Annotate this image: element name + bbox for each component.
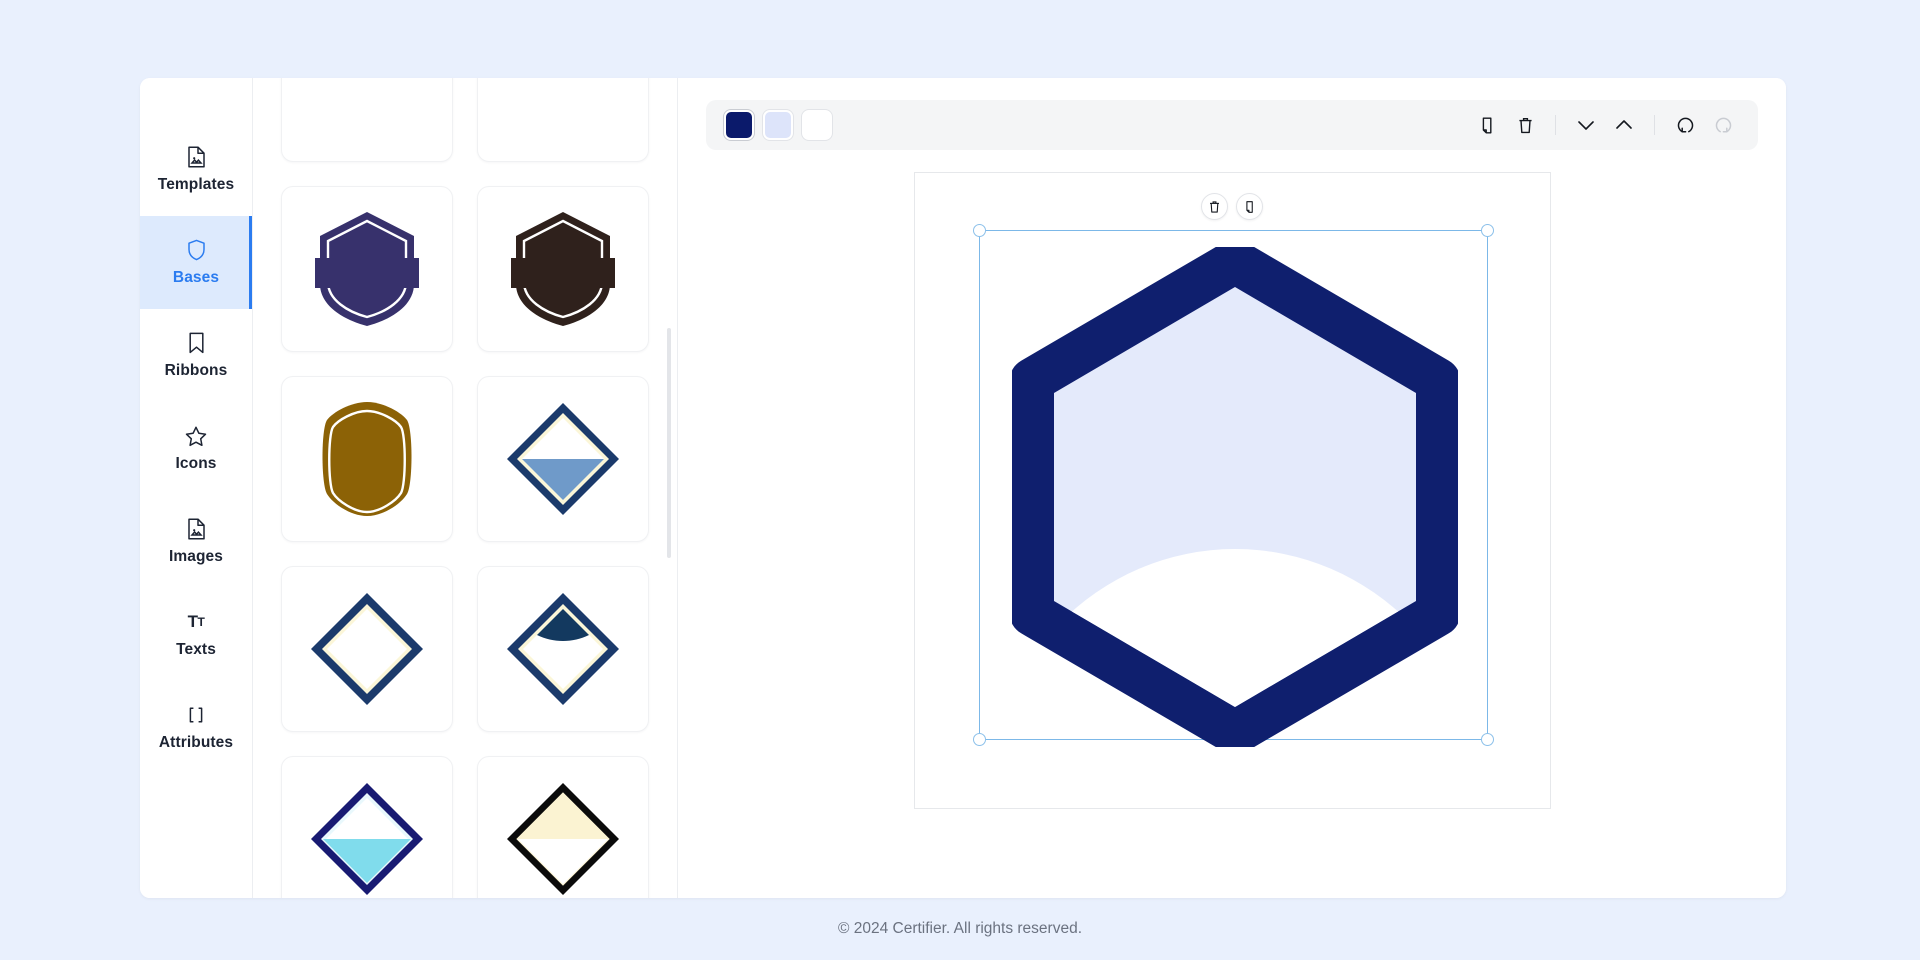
sidebar-item-icons[interactable]: Icons — [140, 402, 252, 495]
sidebar-item-texts[interactable]: TT Texts — [140, 588, 252, 681]
editor-area — [678, 78, 1786, 898]
selection-bounding-box[interactable] — [972, 224, 1494, 747]
thumbnail-scroll-area[interactable] — [253, 78, 677, 898]
base-thumbnail[interactable] — [281, 78, 453, 162]
resize-handle-top-right[interactable] — [1480, 224, 1494, 237]
diamond-badge-cream-icon — [507, 783, 619, 895]
base-thumbnail[interactable] — [281, 566, 453, 732]
move-up-button[interactable] — [1607, 108, 1641, 142]
hexagon-badge-gold-icon — [322, 402, 412, 516]
object-duplicate-button[interactable] — [1236, 193, 1263, 220]
base-thumbnail[interactable] — [477, 566, 649, 732]
bases-thumbnail-panel — [253, 78, 678, 898]
page-root: Templates Bases Ribbons Icons Images T T… — [0, 0, 1920, 960]
base-thumbnail[interactable] — [477, 756, 649, 898]
trash-icon — [1518, 117, 1532, 133]
diamond-badge-half-cyan-icon — [311, 783, 423, 895]
undo-icon — [1677, 117, 1693, 133]
diamond-badge-outline-icon — [311, 593, 423, 705]
toolbar-divider — [1555, 115, 1556, 135]
text-type-icon: TT — [187, 612, 205, 632]
sidebar-item-ribbons[interactable]: Ribbons — [140, 309, 252, 402]
trash-icon — [1210, 200, 1219, 213]
sidebar-item-label: Texts — [176, 641, 216, 659]
delete-button[interactable] — [1508, 108, 1542, 142]
editor-toolbar — [706, 100, 1758, 150]
object-action-bar — [1201, 193, 1263, 220]
bookmark-icon — [188, 332, 205, 354]
sidebar-item-images[interactable]: Images — [140, 495, 252, 588]
sidebar-item-templates[interactable]: Templates — [140, 123, 252, 216]
shield-icon — [187, 239, 206, 261]
base-thumbnail[interactable] — [477, 78, 649, 162]
resize-handle-top-left[interactable] — [972, 224, 986, 237]
redo-icon — [1715, 117, 1731, 133]
color-swatch-lavender[interactable] — [763, 110, 793, 140]
star-icon — [185, 425, 207, 447]
thumbnail-grid — [281, 78, 649, 898]
thumbnail-scrollbar-track[interactable] — [667, 178, 674, 888]
base-thumbnail[interactable] — [281, 756, 453, 898]
hexagon-banner-badge-brown-icon — [511, 212, 615, 326]
base-thumbnail[interactable] — [281, 186, 453, 352]
resize-handle-bottom-left[interactable] — [972, 733, 986, 746]
sidebar-item-label: Images — [168, 548, 224, 566]
image-file-icon — [187, 518, 206, 540]
app-card: Templates Bases Ribbons Icons Images T T… — [140, 78, 1786, 898]
toolbar-actions — [1470, 108, 1740, 142]
resize-handle-bottom-right[interactable] — [1480, 733, 1494, 746]
base-thumbnail[interactable] — [477, 186, 649, 352]
toolbar-divider — [1654, 115, 1655, 135]
undo-button[interactable] — [1668, 108, 1702, 142]
sidebar-item-label: Attributes — [158, 734, 234, 752]
object-delete-button[interactable] — [1201, 193, 1228, 220]
design-canvas[interactable] — [913, 172, 1551, 809]
copyright-text: © 2024 Certifier. All rights reserved. — [837, 920, 1083, 937]
footer: © 2024 Certifier. All rights reserved. — [0, 898, 1920, 960]
color-swatch-group — [724, 110, 832, 140]
redo-button[interactable] — [1706, 108, 1740, 142]
color-swatch-white[interactable] — [802, 110, 832, 140]
sidebar-item-label: Bases — [172, 269, 220, 287]
sidebar: Templates Bases Ribbons Icons Images T T… — [140, 78, 253, 898]
sidebar-item-attributes[interactable]: Attributes — [140, 681, 252, 774]
move-down-button[interactable] — [1569, 108, 1603, 142]
base-thumbnail[interactable] — [477, 376, 649, 542]
sidebar-item-label: Ribbons — [164, 362, 228, 380]
canvas-wrapper — [678, 172, 1786, 898]
chevron-down-icon — [1578, 121, 1594, 130]
thumbnail-scrollbar-thumb[interactable] — [667, 328, 671, 558]
chevron-up-icon — [1616, 120, 1632, 129]
image-file-icon — [187, 146, 206, 168]
sidebar-item-bases[interactable]: Bases — [140, 216, 252, 309]
brackets-icon — [186, 704, 206, 726]
copy-icon — [1482, 117, 1492, 133]
sidebar-item-label: Templates — [157, 176, 235, 194]
duplicate-button[interactable] — [1470, 108, 1504, 142]
base-thumbnail[interactable] — [281, 376, 453, 542]
diamond-badge-half-blue-icon — [507, 403, 619, 515]
sidebar-item-label: Icons — [175, 455, 217, 473]
color-swatch-navy[interactable] — [724, 110, 754, 140]
hexagon-badge-shape[interactable] — [1011, 247, 1458, 747]
diamond-badge-arc-navy-icon — [507, 593, 619, 705]
copy-icon — [1246, 200, 1253, 213]
hexagon-banner-badge-purple-icon — [315, 212, 419, 326]
